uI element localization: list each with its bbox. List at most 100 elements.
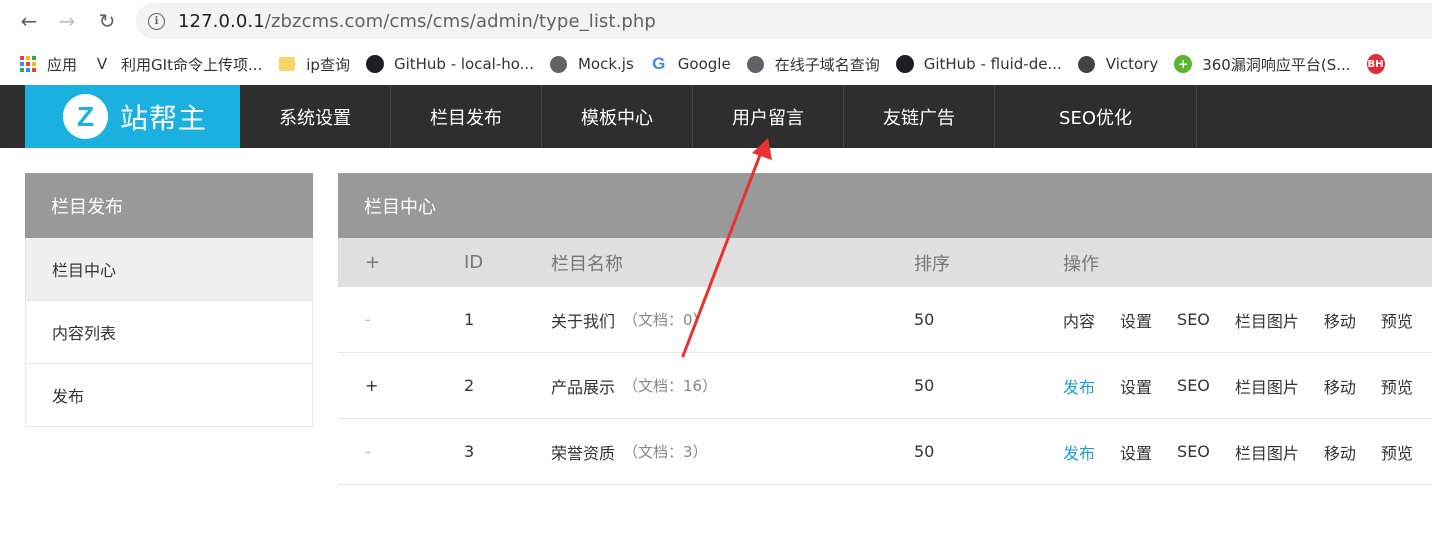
bookmark-google[interactable]: G Google [650, 54, 731, 73]
seo-link[interactable]: SEO [1177, 310, 1210, 329]
app-header: Z 站帮主 系统设置 栏目发布 模板中心 用户留言 友链广告 SEO优化 [0, 85, 1432, 148]
bookmark-git-upload[interactable]: ⴸ 利用GIt命令上传项... [93, 54, 262, 75]
bookmark-victory[interactable]: Victory [1078, 55, 1158, 73]
forward-arrow-icon[interactable]: → [52, 6, 82, 36]
bookmarks-bar: 应用 ⴸ 利用GIt命令上传项... ip查询 GitHub - local-h… [0, 43, 1432, 85]
nav-column-publish[interactable]: 栏目发布 [391, 85, 542, 148]
brand-letter: Z [63, 94, 108, 139]
brand-logo[interactable]: Z 站帮主 [25, 85, 240, 148]
reload-icon[interactable]: ↻ [92, 6, 122, 36]
bookmark-github-fluid[interactable]: GitHub - fluid-de... [895, 55, 1062, 73]
row-toggle[interactable]: + [365, 353, 378, 418]
bookmark-label: Victory [1105, 55, 1159, 73]
row-sort: 50 [914, 376, 935, 395]
header-id: ID [464, 252, 484, 273]
bookmark-github-local[interactable]: GitHub - local-ho... [365, 55, 534, 73]
github-icon [895, 55, 914, 73]
url-host: 127.0.0.1 [178, 10, 265, 32]
globe-icon [747, 55, 765, 73]
table-row: + 2 产品展示 （文档：16） 50 发布 设置 SEO 栏目图片 移动 预览 [338, 353, 1432, 419]
bh-icon: BH [1366, 54, 1385, 74]
row-actions: 发布 设置 SEO 栏目图片 移动 预览 [1063, 419, 1413, 484]
settings-link[interactable]: 设置 [1120, 374, 1152, 398]
seo-link[interactable]: SEO [1177, 376, 1210, 395]
apps-grid-icon [19, 55, 37, 73]
move-link[interactable]: 移动 [1324, 374, 1356, 398]
header-actions: 操作 [1063, 253, 1099, 275]
preview-link[interactable]: 预览 [1381, 374, 1413, 398]
bookmark-360[interactable]: + 360漏洞响应平台(S... [1174, 54, 1351, 75]
column-image-link[interactable]: 栏目图片 [1235, 374, 1299, 398]
sidebar-title: 栏目发布 [25, 173, 313, 238]
google-icon: G [652, 54, 666, 73]
preview-link[interactable]: 预览 [1381, 308, 1413, 332]
bookmark-ip-query[interactable]: ip查询 [278, 54, 350, 75]
header-name: 栏目名称 [551, 253, 623, 275]
row-name: 荣誉资质 （文档：3） [551, 419, 708, 484]
header-sort: 排序 [914, 253, 950, 275]
bookmark-label: 应用 [47, 55, 78, 74]
preview-link[interactable]: 预览 [1381, 440, 1413, 464]
github-icon [365, 55, 384, 73]
sidebar-item-content-list[interactable]: 内容列表 [25, 301, 313, 364]
bookmark-subdomain[interactable]: 在线子域名查询 [747, 54, 880, 75]
bookmark-label: Mock.js [577, 55, 634, 73]
row-id: 1 [464, 310, 475, 329]
row-toggle[interactable]: - [365, 419, 371, 484]
row-actions: 内容 设置 SEO 栏目图片 移动 预览 [1063, 287, 1413, 352]
nav-user-messages[interactable]: 用户留言 [693, 85, 844, 148]
brand-name: 站帮主 [120, 101, 208, 135]
publish-link[interactable]: 发布 [1063, 374, 1095, 398]
table-row: - 1 关于我们 （文档：0） 50 内容 设置 SEO 栏目图片 移动 预览 [338, 287, 1432, 353]
bookmark-label: 360漏洞响应平台(S... [1202, 55, 1351, 74]
row-id: 2 [464, 376, 475, 395]
branch-icon: ⴸ [96, 55, 108, 73]
nav-template-center[interactable]: 模板中心 [542, 85, 693, 148]
info-icon[interactable]: i [148, 12, 165, 30]
expand-all-toggle[interactable]: + [365, 238, 380, 287]
publish-link[interactable]: 发布 [1063, 440, 1095, 464]
settings-link[interactable]: 设置 [1120, 308, 1152, 332]
column-name: 产品展示 [551, 377, 616, 397]
bookmark-label: 在线子域名查询 [774, 55, 880, 74]
row-toggle[interactable]: - [365, 287, 371, 352]
bookmark-mockjs[interactable]: Mock.js [550, 55, 634, 73]
doc-count: （文档：16） [623, 377, 718, 395]
top-nav: 系统设置 栏目发布 模板中心 用户留言 友链广告 SEO优化 [240, 85, 1197, 148]
bookmark-label: Google [677, 55, 731, 73]
row-name: 产品展示 （文档：16） [551, 353, 717, 418]
column-image-link[interactable]: 栏目图片 [1235, 308, 1299, 332]
sidebar-item-column-center[interactable]: 栏目中心 [25, 238, 313, 301]
row-name: 关于我们 （文档：0） [551, 287, 708, 352]
bookmark-label: GitHub - fluid-de... [923, 55, 1062, 73]
doc-count: （文档：0） [623, 311, 708, 329]
globe-icon [550, 55, 568, 73]
column-name: 荣誉资质 [551, 443, 616, 463]
row-sort: 50 [914, 442, 935, 461]
move-link[interactable]: 移动 [1324, 308, 1356, 332]
settings-link[interactable]: 设置 [1120, 440, 1152, 464]
address-bar[interactable]: i 127.0.0.1/zbzcms.com/cms/cms/admin/typ… [136, 3, 1432, 39]
bookmark-apps[interactable]: 应用 [19, 54, 77, 75]
row-id: 3 [464, 442, 475, 461]
bookmark-label: ip查询 [306, 55, 350, 74]
doc-count: （文档：3） [623, 443, 708, 461]
sidebar-item-publish[interactable]: 发布 [25, 364, 313, 427]
back-arrow-icon[interactable]: ← [14, 6, 44, 36]
table-row: - 3 荣誉资质 （文档：3） 50 发布 设置 SEO 栏目图片 移动 预览 [338, 419, 1432, 485]
bookmark-label: 利用GIt命令上传项... [121, 55, 263, 74]
seo-link[interactable]: SEO [1177, 442, 1210, 461]
row-sort: 50 [914, 310, 935, 329]
browser-toolbar: ← → ↻ i 127.0.0.1/zbzcms.com/cms/cms/adm… [0, 0, 1432, 43]
sidebar: 栏目发布 栏目中心 内容列表 发布 [25, 173, 313, 427]
bookmark-bh[interactable]: BH [1366, 54, 1395, 74]
nav-seo[interactable]: SEO优化 [995, 85, 1197, 148]
content-link[interactable]: 内容 [1063, 308, 1095, 332]
nav-links-ads[interactable]: 友链广告 [844, 85, 995, 148]
column-image-link[interactable]: 栏目图片 [1235, 440, 1299, 464]
nav-system-settings[interactable]: 系统设置 [240, 85, 391, 148]
url-path: /zbzcms.com/cms/cms/admin/type_list.php [264, 10, 656, 32]
table-header: + ID 栏目名称 排序 操作 [338, 238, 1432, 287]
row-actions: 发布 设置 SEO 栏目图片 移动 预览 [1063, 353, 1413, 418]
move-link[interactable]: 移动 [1324, 440, 1356, 464]
